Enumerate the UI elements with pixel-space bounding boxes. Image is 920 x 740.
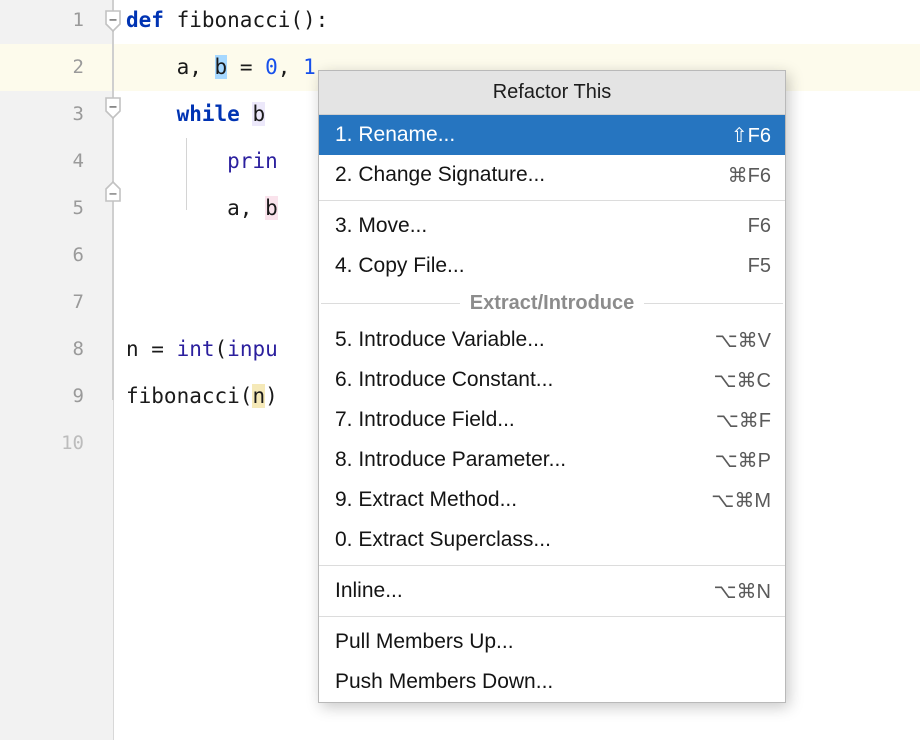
menu-group-separator-extract-introduce: Extract/Introduce	[319, 286, 785, 320]
token-number-zero: 0	[265, 55, 278, 79]
menu-item-shortcut: ⌥⌘C	[714, 368, 772, 393]
menu-item-label: 3. Move...	[335, 214, 730, 238]
token-comma: ,	[278, 55, 291, 79]
token-keyword-def: def	[126, 8, 164, 32]
menu-group-label: Extract/Introduce	[470, 292, 634, 315]
line-number: 2	[0, 44, 84, 91]
separator-line-left	[321, 303, 460, 304]
token-indent	[126, 196, 227, 220]
menu-item-introduce-parameter[interactable]: 8. Introduce Parameter... ⌥⌘P	[319, 440, 785, 480]
token-assign: =	[227, 55, 265, 79]
token-number-one: 1	[303, 55, 316, 79]
token-indent	[126, 102, 177, 126]
menu-item-shortcut: ⌥⌘V	[715, 328, 771, 353]
menu-item-label: 8. Introduce Parameter...	[335, 448, 697, 472]
token-space	[290, 55, 303, 79]
fold-collapse-icon[interactable]	[103, 97, 123, 121]
menu-item-label: 4. Copy File...	[335, 254, 730, 278]
code-line-4: prin	[126, 138, 278, 185]
menu-item-label: 5. Introduce Variable...	[335, 328, 697, 352]
token-function-name: fibonacci():	[177, 8, 329, 32]
separator-line-right	[644, 303, 783, 304]
code-line-2: a, b = 0, 1	[126, 44, 316, 91]
menu-item-label: 2. Change Signature...	[335, 163, 710, 187]
menu-item-introduce-constant[interactable]: 6. Introduce Constant... ⌥⌘C	[319, 360, 785, 400]
menu-item-label: 6. Introduce Constant...	[335, 368, 696, 392]
menu-item-label: Pull Members Up...	[335, 630, 753, 654]
menu-item-shortcut: ⌥⌘M	[711, 488, 771, 513]
menu-separator	[319, 565, 785, 566]
line-number: 8	[0, 326, 84, 373]
menu-item-label: Inline...	[335, 579, 696, 603]
code-line-8: n = int(inpu	[126, 326, 278, 373]
line-number: 5	[0, 185, 84, 232]
line-number: 7	[0, 279, 84, 326]
menu-item-extract-method[interactable]: 9. Extract Method... ⌥⌘M	[319, 480, 785, 520]
menu-item-shortcut: ⌘F6	[728, 163, 771, 188]
token-var-b-occurrence: b	[265, 196, 278, 220]
menu-item-shortcut: F5	[748, 255, 771, 278]
menu-item-label: 0. Extract Superclass...	[335, 528, 753, 552]
token-paren: (	[215, 337, 228, 361]
menu-item-introduce-field[interactable]: 7. Introduce Field... ⌥⌘F	[319, 400, 785, 440]
token-var-a: a,	[177, 55, 215, 79]
line-number: 4	[0, 138, 84, 185]
menu-item-label: 9. Extract Method...	[335, 488, 693, 512]
menu-item-pull-members-up[interactable]: Pull Members Up...	[319, 622, 785, 662]
line-number: 9	[0, 373, 84, 420]
menu-item-shortcut: ⌥⌘P	[715, 448, 771, 473]
code-line-5: a, b	[126, 185, 278, 232]
token-var-b-selected: b	[215, 55, 228, 79]
menu-item-label: Push Members Down...	[335, 670, 753, 694]
menu-item-change-signature[interactable]: 2. Change Signature... ⌘F6	[319, 155, 785, 195]
menu-item-shortcut: ⇧F6	[731, 123, 771, 148]
menu-item-rename[interactable]: 1. Rename... ⇧F6	[319, 115, 785, 155]
menu-separator	[319, 200, 785, 201]
token-indent	[126, 149, 227, 173]
fold-end-icon[interactable]	[103, 180, 123, 204]
menu-item-inline[interactable]: Inline... ⌥⌘N	[319, 571, 785, 611]
menu-item-move[interactable]: 3. Move... F6	[319, 206, 785, 246]
line-number: 3	[0, 91, 84, 138]
menu-separator	[319, 616, 785, 617]
token-var-a: a,	[227, 196, 265, 220]
token-fn-name	[164, 8, 177, 32]
menu-item-shortcut: F6	[748, 215, 771, 238]
token-builtin-print: prin	[227, 149, 278, 173]
code-line-9: fibonacci(n)	[126, 373, 278, 420]
code-line-3: while b	[126, 91, 265, 138]
token-builtin-input: inpu	[227, 337, 278, 361]
code-line-1: def fibonacci():	[126, 0, 328, 44]
menu-item-extract-superclass[interactable]: 0. Extract Superclass...	[319, 520, 785, 560]
token-builtin-int: int	[177, 337, 215, 361]
menu-item-shortcut: ⌥⌘N	[714, 579, 772, 604]
token-call-fibonacci: fibonacci(	[126, 384, 252, 408]
token-indent	[126, 55, 177, 79]
menu-item-copy-file[interactable]: 4. Copy File... F5	[319, 246, 785, 286]
token-var-b-occurrence: b	[252, 102, 265, 126]
token-var-n: n =	[126, 337, 177, 361]
token-arg-n: n	[252, 384, 265, 408]
menu-item-label: 1. Rename...	[335, 123, 713, 147]
menu-item-introduce-variable[interactable]: 5. Introduce Variable... ⌥⌘V	[319, 320, 785, 360]
fold-collapse-icon[interactable]	[103, 10, 123, 34]
token-keyword-while: while	[177, 102, 240, 126]
menu-item-push-members-down[interactable]: Push Members Down...	[319, 662, 785, 702]
menu-item-label: 7. Introduce Field...	[335, 408, 698, 432]
token-paren-close: )	[265, 384, 278, 408]
line-number: 10	[0, 420, 84, 467]
line-number: 1	[0, 0, 84, 44]
menu-item-shortcut: ⌥⌘F	[716, 408, 771, 433]
line-number: 6	[0, 232, 84, 279]
menu-title: Refactor This	[319, 71, 785, 115]
refactor-this-popup-menu[interactable]: Refactor This 1. Rename... ⇧F6 2. Change…	[318, 70, 786, 703]
token-space	[240, 102, 253, 126]
